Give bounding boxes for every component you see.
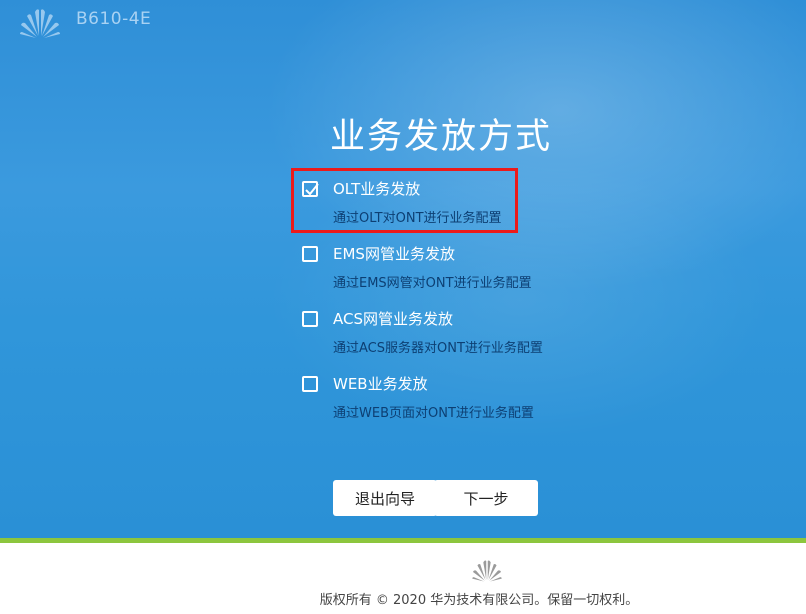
selection-highlight-box [291,168,518,233]
ems-checkbox[interactable] [302,246,318,262]
device-model-name: B610-4E [76,9,152,29]
option-description: 通过WEB页面对ONT进行业务配置 [333,406,534,421]
exit-wizard-button[interactable]: 退出向导 [333,480,437,516]
copyright-text: 版权所有 © 2020 华为技术有限公司。保留一切权利。 [319,593,639,608]
footer-divider [0,538,806,543]
option-label[interactable]: WEB业务发放 [333,373,428,394]
option-description: 通过ACS服务器对ONT进行业务配置 [333,341,543,356]
page-title: 业务发放方式 [329,117,552,157]
option-label[interactable]: ACS网管业务发放 [333,308,453,329]
huawei-logo-icon [20,9,60,38]
next-step-button[interactable]: 下一步 [434,480,538,516]
huawei-logo-icon [472,560,502,582]
option-description: 通过EMS网管对ONT进行业务配置 [333,276,532,291]
acs-checkbox[interactable] [302,311,318,327]
web-checkbox[interactable] [302,376,318,392]
option-label[interactable]: EMS网管业务发放 [333,243,455,264]
wizard-background: B610-4E 业务发放方式 OLT业务发放 通过OLT对ONT进行业务配置 E… [0,0,806,538]
